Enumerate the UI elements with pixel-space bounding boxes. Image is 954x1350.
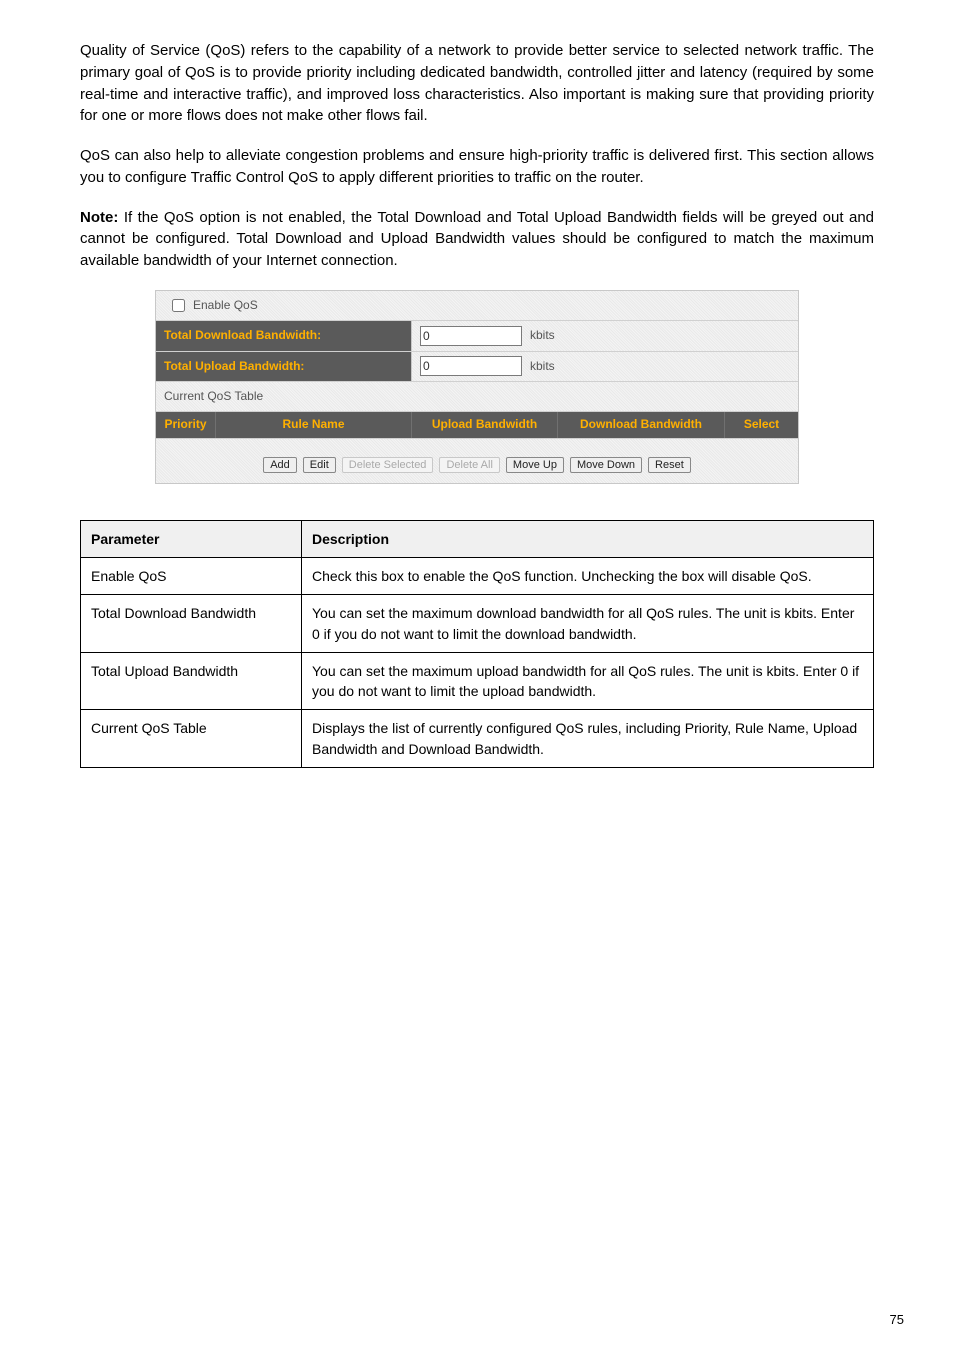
desc-cell: Check this box to enable the QoS functio… [302,558,874,595]
note-paragraph: Note: If the QoS option is not enabled, … [80,207,874,272]
qos-panel: Enable QoS Total Download Bandwidth: kbi… [155,290,799,484]
note-label: Note [80,209,113,226]
upload-bandwidth-row: Total Upload Bandwidth: kbits [156,352,798,382]
upload-bandwidth-input[interactable] [420,356,522,376]
move-up-button[interactable]: Move Up [506,457,564,473]
param-cell: Total Upload Bandwidth [81,652,302,710]
edit-button[interactable]: Edit [303,457,336,473]
table-row: Enable QoS Check this box to enable the … [81,558,874,595]
reset-button[interactable]: Reset [648,457,691,473]
param-cell: Current QoS Table [81,710,302,768]
intro-paragraph: Quality of Service (QoS) refers to the c… [80,40,874,127]
param-cell: Enable QoS [81,558,302,595]
desc-cell: You can set the maximum upload bandwidth… [302,652,874,710]
head-upload-bandwidth: Upload Bandwidth [412,412,558,437]
add-button[interactable]: Add [263,457,297,473]
head-select: Select [725,412,798,437]
delete-selected-button[interactable]: Delete Selected [342,457,434,473]
qos-button-row: Add Edit Delete Selected Delete All Move… [156,439,798,483]
table-row: Total Upload Bandwidth You can set the m… [81,652,874,710]
download-bandwidth-row: Total Download Bandwidth: kbits [156,321,798,351]
table-row: Total Download Bandwidth You can set the… [81,595,874,653]
upload-unit: kbits [530,358,555,375]
table-row: Current QoS Table Displays the list of c… [81,710,874,768]
head-priority: Priority [156,412,216,437]
desc-head-description: Description [302,520,874,557]
description-table: Parameter Description Enable QoS Check t… [80,520,874,768]
download-bandwidth-label: Total Download Bandwidth: [156,321,412,350]
enable-qos-row: Enable QoS [156,291,798,321]
param-cell: Total Download Bandwidth [81,595,302,653]
current-qos-table-title: Current QoS Table [156,382,798,412]
body-paragraph: QoS can also help to alleviate congestio… [80,145,874,189]
note-body: If the QoS option is not enabled, the To… [80,209,874,270]
move-down-button[interactable]: Move Down [570,457,642,473]
upload-bandwidth-label: Total Upload Bandwidth: [156,352,412,381]
page-number: 75 [890,1311,904,1330]
qos-table-header: Priority Rule Name Upload Bandwidth Down… [156,412,798,438]
enable-qos-label: Enable QoS [193,297,258,314]
desc-cell: You can set the maximum download bandwid… [302,595,874,653]
desc-cell: Displays the list of currently configure… [302,710,874,768]
head-rule-name: Rule Name [216,412,412,437]
head-download-bandwidth: Download Bandwidth [558,412,725,437]
enable-qos-checkbox[interactable] [172,299,185,312]
download-unit: kbits [530,327,555,344]
delete-all-button[interactable]: Delete All [439,457,499,473]
download-bandwidth-input[interactable] [420,326,522,346]
desc-head-parameter: Parameter [81,520,302,557]
